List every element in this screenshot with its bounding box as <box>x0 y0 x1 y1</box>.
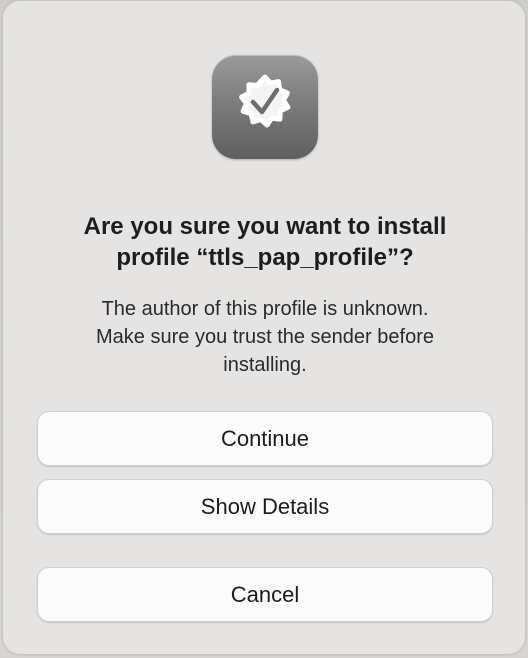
dialog-message-line3: installing. <box>223 354 307 376</box>
cancel-button[interactable]: Cancel <box>37 567 493 622</box>
show-details-button[interactable]: Show Details <box>37 479 493 534</box>
dialog-title: Are you sure you want to install profile… <box>23 211 507 273</box>
certificate-badge-checkmark-icon <box>212 55 318 159</box>
dialog-message-line1: The author of this profile is unknown. <box>101 298 429 320</box>
dialog-title-line2: profile “ttls_pap_profile”? <box>116 244 414 271</box>
cancel-button-label: Cancel <box>230 581 300 607</box>
continue-button-label: Continue <box>220 425 310 451</box>
install-profile-dialog: Are you sure you want to install profile… <box>2 0 526 655</box>
continue-button[interactable]: Continue <box>37 411 493 466</box>
dialog-message: The author of this profile is unknown. M… <box>33 295 497 379</box>
dialog-message-line2: Make sure you trust the sender before <box>96 326 434 348</box>
show-details-button-label: Show Details <box>200 493 330 519</box>
dialog-title-line1: Are you sure you want to install <box>83 213 447 240</box>
